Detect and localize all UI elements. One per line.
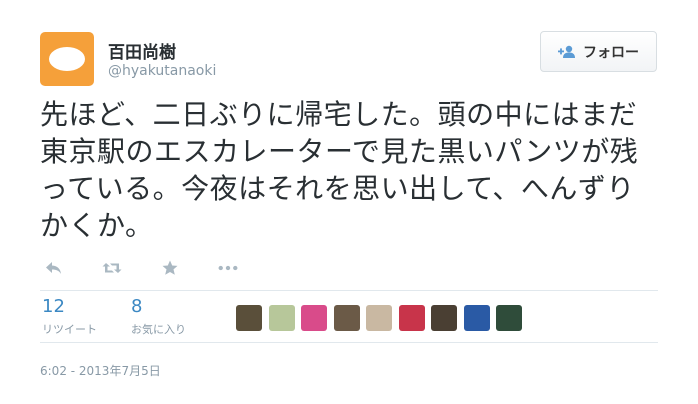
more-icon[interactable] <box>218 260 238 276</box>
add-user-icon <box>558 45 576 59</box>
favorite-label: お気に入り <box>131 323 186 336</box>
favoriter-avatar[interactable] <box>496 305 522 331</box>
divider-top <box>40 290 658 291</box>
retweet-count: 12 <box>42 296 65 317</box>
favoriter-avatar[interactable] <box>236 305 262 331</box>
favorite-stat[interactable]: 8 お気に入り <box>131 297 186 337</box>
favoriter-avatar[interactable] <box>398 305 425 331</box>
favoriter-avatar[interactable] <box>301 305 327 331</box>
favoriter-avatar[interactable] <box>431 305 457 331</box>
favorite-star-icon[interactable] <box>160 260 180 276</box>
favoriter-avatar[interactable] <box>268 305 295 331</box>
favoriter-avatars <box>236 305 529 331</box>
favorite-count: 8 <box>131 296 143 317</box>
tweet-text: 先ほど、二日ぶりに帰宅した。頭の中にはまだ東京駅のエスカレーターで見た黒いパンツ… <box>40 98 639 242</box>
reply-icon[interactable] <box>44 260 64 276</box>
retweet-label: リツイート <box>42 323 97 336</box>
username[interactable]: @hyakutanaoki <box>108 63 216 79</box>
avatar[interactable] <box>40 32 94 86</box>
follow-label: フォロー <box>583 44 639 61</box>
retweet-icon[interactable] <box>102 260 122 276</box>
tweet-timestamp[interactable]: 6:02 - 2013年7月5日 <box>40 362 161 379</box>
display-name[interactable]: 百田尚樹 <box>108 38 176 63</box>
favoriter-avatar[interactable] <box>366 305 392 331</box>
follow-button[interactable]: フォロー <box>540 31 657 72</box>
favoriter-avatar[interactable] <box>333 305 360 331</box>
favoriter-avatar[interactable] <box>463 305 490 331</box>
egg-placeholder <box>49 47 85 71</box>
retweet-stat[interactable]: 12 リツイート <box>42 297 97 337</box>
tweet-actions <box>44 260 276 276</box>
divider-bottom <box>40 342 658 343</box>
